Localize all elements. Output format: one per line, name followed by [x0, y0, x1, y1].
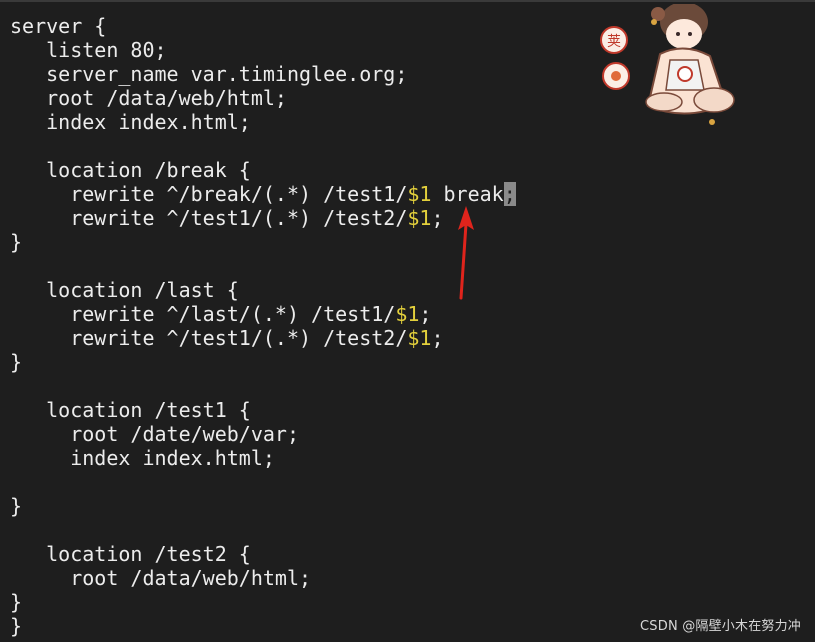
code-text: } — [10, 494, 23, 518]
code-text: rewrite ^/test1/(.*) /test2/ — [10, 326, 408, 350]
code-line: location /last { — [10, 278, 516, 302]
code-line: rewrite ^/last/(.*) /test1/$1; — [10, 302, 516, 326]
code-text: ; — [431, 206, 444, 230]
code-line: listen 80; — [10, 38, 516, 62]
code-line: rewrite ^/test1/(.*) /test2/$1; — [10, 326, 516, 350]
code-line: root /data/web/html; — [10, 86, 516, 110]
code-text: server_name var.timinglee.org; — [10, 62, 408, 86]
code-line: } — [10, 350, 516, 374]
code-text: ; — [431, 326, 444, 350]
code-text: index index.html; — [10, 446, 275, 470]
code-line: server_name var.timinglee.org; — [10, 62, 516, 86]
code-text: rewrite ^/test1/(.*) /test2/ — [10, 206, 408, 230]
code-editor[interactable]: server { listen 80; server_name var.timi… — [10, 14, 516, 638]
code-text: location /test1 { — [10, 398, 251, 422]
code-line: location /break { — [10, 158, 516, 182]
csdn-watermark: CSDN @隔壁小木在努力冲 — [640, 619, 801, 634]
code-line: server { — [10, 14, 516, 38]
code-line: index index.html; — [10, 110, 516, 134]
code-text: location /test2 { — [10, 542, 251, 566]
code-line: } — [10, 494, 516, 518]
mascot-sticker-icon: 荚 — [600, 4, 735, 125]
red-arrow-up-icon — [458, 206, 474, 300]
variable-token: $1 — [407, 182, 432, 206]
code-line: rewrite ^/test1/(.*) /test2/$1; — [10, 206, 516, 230]
code-text: rewrite ^/last/(.*) /test1/ — [10, 302, 396, 326]
code-line: location /test2 { — [10, 542, 516, 566]
code-line: index index.html; — [10, 446, 516, 470]
code-line: } — [10, 614, 516, 638]
code-text: location /break { — [10, 158, 251, 182]
code-text: } — [10, 590, 23, 614]
code-text: root /data/web/html; — [10, 566, 312, 590]
code-text: root /date/web/var; — [10, 422, 299, 446]
code-text: server { — [10, 14, 107, 38]
variable-token: $1 — [407, 326, 432, 350]
code-line: root /data/web/html; — [10, 566, 516, 590]
code-line: root /date/web/var; — [10, 422, 516, 446]
code-text: rewrite ^/break/(.*) /test1/ — [10, 182, 408, 206]
code-text: listen 80; — [10, 38, 167, 62]
text-cursor: ; — [503, 182, 516, 206]
code-text: } — [10, 614, 23, 638]
variable-token: $1 — [407, 206, 432, 230]
code-text: ; — [419, 302, 432, 326]
code-line: } — [10, 230, 516, 254]
terminal-window[interactable]: server { listen 80; server_name var.timi… — [0, 0, 815, 642]
code-text: } — [10, 350, 23, 374]
code-text: } — [10, 230, 23, 254]
variable-token: $1 — [395, 302, 420, 326]
code-line: rewrite ^/break/(.*) /test1/$1 break; — [10, 182, 516, 206]
mascot-badge-text: 荚 — [607, 33, 621, 50]
code-text: location /last { — [10, 278, 239, 302]
code-line: } — [10, 590, 516, 614]
code-line: location /test1 { — [10, 398, 516, 422]
code-text: root /data/web/html; — [10, 86, 287, 110]
code-text: index index.html; — [10, 110, 251, 134]
